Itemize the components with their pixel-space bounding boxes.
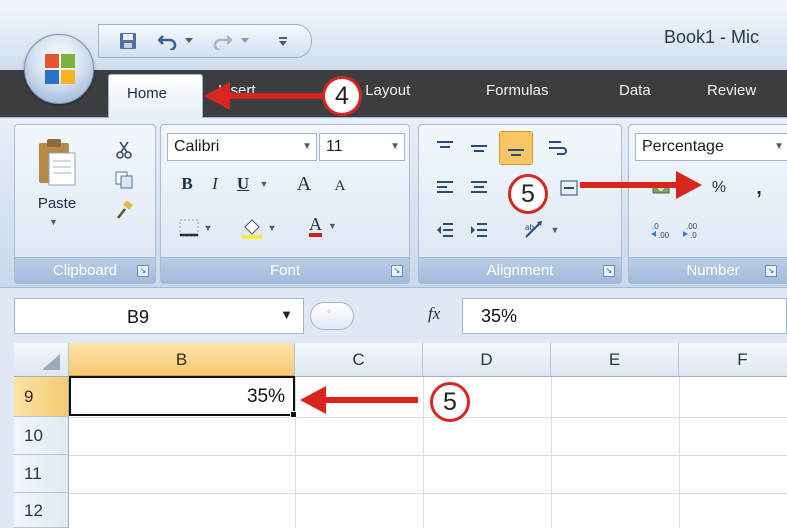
- excel-window: Book1 - Mic Home Insert Page Layout Form…: [0, 0, 787, 528]
- annotation-arrows: [204, 82, 702, 414]
- step-callout-5-cell: 5: [430, 382, 470, 422]
- step-callout-4: 4: [322, 76, 362, 116]
- arrow-to-home-tab: [204, 82, 322, 110]
- arrow-to-cell-b9: [300, 386, 418, 414]
- arrow-to-percent-button: [580, 171, 702, 199]
- step-callout-5-number: 5: [508, 174, 548, 214]
